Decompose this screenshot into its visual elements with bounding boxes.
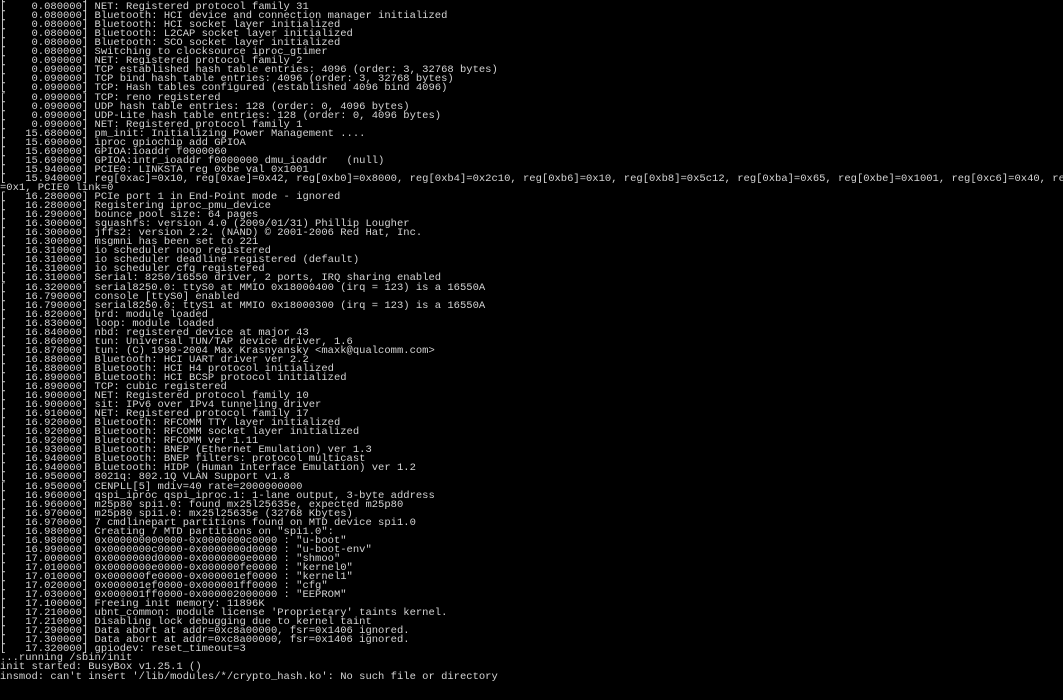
console-line: [ 17.320000] gpiodev: reset_timeout=3	[0, 643, 246, 656]
terminal-console[interactable]: [ 0.080000] Bluetooth: Core ver 2.16[ 0.…	[0, 0, 1063, 700]
console-line: [ 15.940000] reg[0xac]=0x10, reg[0xae]=0…	[0, 172, 1063, 185]
console-line: insmod: can't insert '/lib/modules/*/cry…	[0, 670, 498, 683]
